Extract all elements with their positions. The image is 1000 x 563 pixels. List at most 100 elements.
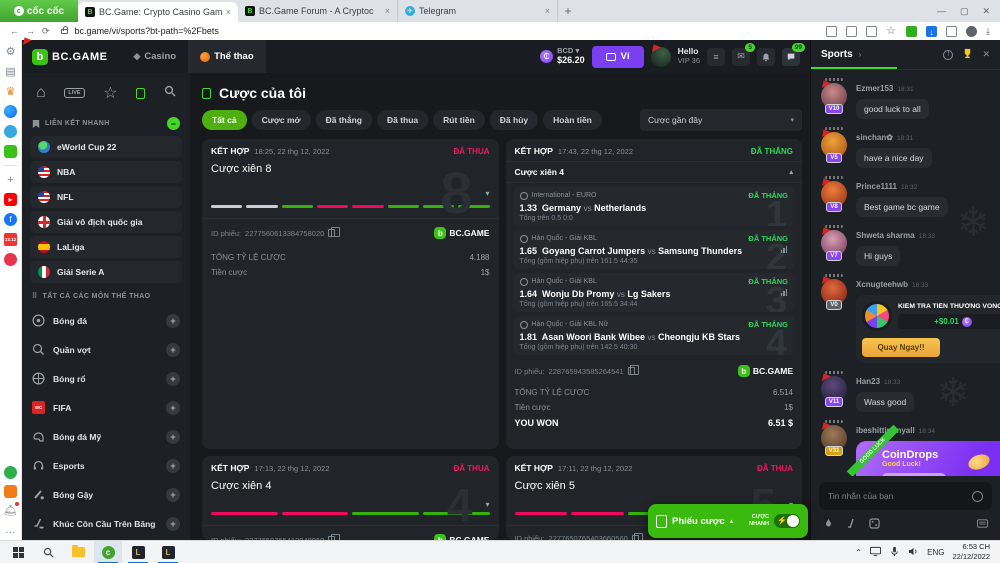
info-icon[interactable]: ! <box>943 50 953 60</box>
app-taskbar-icon[interactable]: L <box>154 541 182 563</box>
collapse-chevron-icon[interactable]: ▴ <box>789 168 793 176</box>
filter-won[interactable]: Đã thắng <box>316 110 372 130</box>
sidebar-item-ice-hockey[interactable]: Khúc Côn Cầu Trên Băng + <box>30 509 182 538</box>
save-page-icon[interactable] <box>826 26 837 37</box>
extensions-icon[interactable] <box>946 26 957 37</box>
bird-icon[interactable] <box>4 125 17 138</box>
expand-plus-button[interactable]: + <box>166 517 180 531</box>
app-taskbar-icon[interactable]: L <box>124 541 152 563</box>
copy-icon[interactable] <box>628 367 635 375</box>
close-tab-icon[interactable]: × <box>385 6 390 16</box>
promo-icon[interactable] <box>4 253 17 266</box>
stats-icon[interactable] <box>781 246 788 253</box>
expand-plus-button[interactable]: + <box>166 372 180 386</box>
sidebar-item-fifa[interactable]: WC FIFA + <box>30 393 182 422</box>
taskbar-clock[interactable]: 6:53 CH22/12/2022 <box>952 542 990 562</box>
expand-plus-button[interactable]: + <box>166 314 180 328</box>
sidebar-item-nba[interactable]: NBA <box>30 161 182 183</box>
language-indicator[interactable]: ENG <box>927 548 944 557</box>
chat-toggle-icon[interactable]: 99 <box>782 48 800 66</box>
mail-icon[interactable]: ✉5 <box>732 48 750 66</box>
expand-plus-button[interactable]: + <box>166 343 180 357</box>
nav-sports[interactable]: Thể thao <box>188 40 266 73</box>
sort-dropdown[interactable]: Cược gần đây ▾ <box>640 109 802 131</box>
calendar-icon[interactable]: 23.12 <box>4 233 17 246</box>
coindrops-card[interactable]: GOOD LUCK CoinDrops Good Luck! Hoàn thàn… <box>856 441 1000 476</box>
filter-cashout[interactable]: Rút tiền <box>433 110 485 130</box>
chevron-right-icon[interactable]: › <box>859 50 862 59</box>
rain-icon[interactable] <box>823 516 834 534</box>
coccoc-taskbar-icon[interactable]: c <box>94 541 122 563</box>
gamepad-icon[interactable] <box>4 145 17 158</box>
add-shortcut-icon[interactable]: + <box>4 173 17 186</box>
reload-button[interactable]: ⟳ <box>42 26 50 37</box>
expand-plus-button[interactable]: + <box>166 459 180 473</box>
filter-open[interactable]: Cược mở <box>252 110 311 130</box>
profile-avatar-icon[interactable] <box>966 26 977 37</box>
coccoc-menu-button[interactable]: c cốc cốc <box>0 0 78 22</box>
bookmark-star-icon[interactable]: ☆ <box>886 26 897 37</box>
bcgame-logo[interactable]: b BC.GAME <box>22 49 121 65</box>
microphone-icon[interactable] <box>889 546 900 559</box>
sidebar-item-american-football[interactable]: Bóng đá Mỹ + <box>30 422 182 451</box>
back-button[interactable]: ← <box>10 26 19 36</box>
my-bets-icon[interactable] <box>136 88 145 99</box>
cart-icon[interactable] <box>4 485 17 498</box>
commands-icon[interactable] <box>846 516 857 534</box>
close-window-button[interactable]: ✕ <box>982 6 990 17</box>
user-info[interactable]: Hello VIP 36 <box>678 47 700 65</box>
sidebar-item-cricket[interactable]: Bóng Gậy + <box>30 480 182 509</box>
quick-bet-toggle[interactable]: ⚡ <box>774 514 800 528</box>
more-icon[interactable]: … <box>4 523 17 536</box>
start-button[interactable] <box>4 541 32 563</box>
download-icon[interactable]: ⤓ <box>986 26 990 37</box>
sidebar-item-premier-league[interactable]: Giải vô địch quốc gia <box>30 211 182 233</box>
tray-chevron-icon[interactable]: ⌃ <box>855 548 862 557</box>
filter-all[interactable]: Tất cả <box>202 110 247 130</box>
filter-cancelled[interactable]: Đã hủy <box>490 110 538 130</box>
messenger-icon[interactable] <box>4 105 17 118</box>
taskbar-search-icon[interactable] <box>34 541 62 563</box>
tab-bcgame[interactable]: B BC.Game: Crypto Casino Gam × <box>78 2 238 22</box>
menu-icon[interactable]: ≡ <box>707 48 725 66</box>
favorites-star-icon[interactable]: ☆ <box>103 83 117 103</box>
user-avatar[interactable] <box>651 47 671 67</box>
translate-icon[interactable] <box>846 26 857 37</box>
sidebar-item-serie-a[interactable]: Giải Serie A <box>30 261 182 283</box>
wallet-button[interactable]: Ví <box>592 46 644 68</box>
expand-chevron-icon[interactable]: ▾ <box>485 500 489 509</box>
tab-bcgame-forum[interactable]: B BC.Game Forum - A Cryptoc × <box>238 0 398 22</box>
notifications-bell-icon[interactable] <box>757 48 775 66</box>
collapse-button[interactable]: − <box>167 117 180 130</box>
home-icon[interactable]: ⌂ <box>36 84 46 102</box>
chat-message-input[interactable] <box>828 491 972 501</box>
new-tab-button[interactable]: + <box>558 0 578 22</box>
lock-icon[interactable] <box>61 29 68 34</box>
url-field[interactable]: bc.game/vi/sports?bt-path=%2Fbets <box>75 26 219 36</box>
sidebar-item-esports[interactable]: Esports + <box>30 451 182 480</box>
nav-casino[interactable]: ◆ Casino <box>121 40 188 73</box>
coupon-icon[interactable] <box>906 26 917 37</box>
facebook-icon[interactable]: f <box>4 213 17 226</box>
dot-icon[interactable] <box>4 466 17 479</box>
bell-icon[interactable]: 🛎 <box>4 504 17 517</box>
trophy-icon[interactable] <box>962 48 973 61</box>
keyboard-icon[interactable] <box>977 516 988 534</box>
sidebar-item-eworldcup[interactable]: eWorld Cup 22 <box>30 136 182 158</box>
downloader-icon[interactable]: ↓ <box>926 26 937 37</box>
newsfeed-icon[interactable]: ▤ <box>4 65 17 78</box>
stats-icon[interactable] <box>781 289 788 296</box>
file-explorer-icon[interactable] <box>64 541 92 563</box>
filter-refund[interactable]: Hoàn tiền <box>543 110 602 130</box>
sidebar-item-soccer[interactable]: Bóng đá + <box>30 306 182 335</box>
filter-lost[interactable]: Đã thua <box>377 110 428 130</box>
copy-icon[interactable] <box>328 229 335 237</box>
crown-icon[interactable]: ♛ <box>4 85 17 98</box>
gear-icon[interactable]: ⚙ <box>4 45 17 58</box>
sidebar-item-nfl[interactable]: NFL <box>30 186 182 208</box>
expand-plus-button[interactable]: + <box>166 488 180 502</box>
expand-plus-button[interactable]: + <box>166 430 180 444</box>
monitor-icon[interactable] <box>870 546 881 559</box>
betslip-button[interactable]: Phiếu cược ▴ CƯỢC NHANH ⚡ <box>648 504 808 538</box>
currency-selector[interactable]: ₵ BCD ▾ $26.20 <box>540 47 585 65</box>
